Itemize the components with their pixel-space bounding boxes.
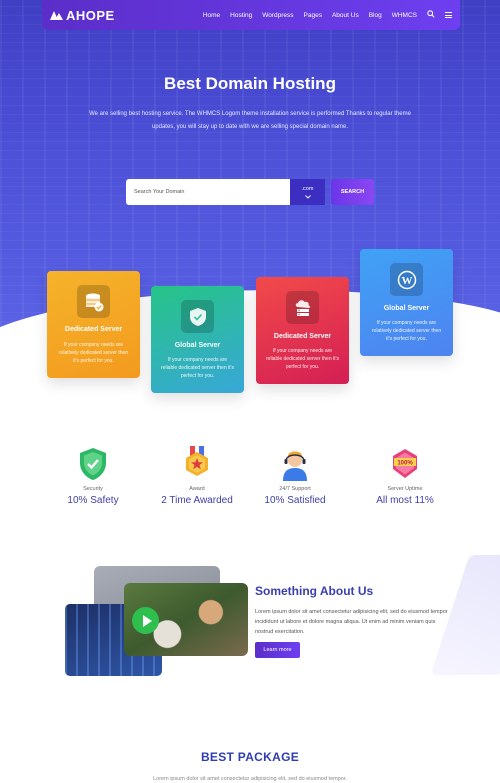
package-subtitle: Lorem ipsum dolor sit amet consectetur a… — [153, 776, 347, 782]
nav-link-wordpress[interactable]: Wordpress — [262, 12, 293, 19]
navbar: AHOPE Home Hosting Wordpress Pages About… — [42, 0, 460, 30]
shield-check-icon — [76, 446, 110, 482]
stat-value: 10% Satisfied — [264, 495, 326, 506]
nav-link-about-us[interactable]: About Us — [332, 12, 359, 19]
service-card[interactable]: Global Server If your company needs are … — [151, 286, 244, 393]
logo-text: AHOPE — [66, 7, 115, 23]
search-button[interactable]: SEARCH — [331, 179, 374, 205]
hero-title: Best Domain Hosting — [164, 74, 336, 93]
card-text: If your company needs are reliable dedic… — [161, 357, 234, 379]
service-card[interactable]: Dedicated Server If your company needs a… — [256, 277, 349, 384]
shield-check-icon — [181, 300, 214, 333]
domain-search-bar: .com SEARCH — [126, 179, 374, 205]
logo-mark-icon — [50, 10, 64, 20]
chevron-down-icon — [304, 194, 311, 199]
card-text: If your company needs are reliable dedic… — [266, 348, 339, 370]
search-icon[interactable] — [427, 10, 435, 20]
about-title: Something About Us — [255, 584, 374, 598]
nav-link-pages[interactable]: Pages — [304, 12, 322, 19]
nav-link-whmcs[interactable]: WHMCS — [392, 12, 417, 19]
card-title: Global Server — [174, 342, 221, 349]
service-card[interactable]: W Global Server If your company needs ar… — [360, 249, 453, 356]
learn-more-button[interactable]: Learn more — [255, 642, 300, 658]
stat-label: Server Uptime — [387, 486, 423, 492]
service-card[interactable]: Dedicated Server If your company needs a… — [47, 271, 140, 378]
support-agent-icon — [278, 446, 312, 482]
stat-value: All most 11% — [376, 495, 434, 506]
cloud-server-icon — [286, 291, 319, 324]
tld-select[interactable]: .com — [290, 179, 325, 205]
wordpress-icon: W — [390, 263, 423, 296]
nav-links: Home Hosting Wordpress Pages About Us Bl… — [203, 10, 452, 20]
nav-link-blog[interactable]: Blog — [369, 12, 382, 19]
svg-text:W: W — [401, 275, 412, 287]
stat-label: Award — [189, 486, 205, 492]
stat-item: 100% Server Uptime All most 11% — [355, 446, 455, 506]
database-check-icon — [77, 285, 110, 318]
card-text: If your company needs are relatively ded… — [58, 342, 129, 364]
uptime-badge-icon: 100% — [388, 446, 422, 482]
award-medal-icon — [180, 446, 214, 482]
card-title: Dedicated Server — [273, 333, 332, 340]
play-video-button[interactable] — [132, 607, 159, 634]
domain-search-input[interactable] — [126, 179, 290, 205]
hero-description: We are selling best hosting service. The… — [89, 111, 411, 130]
stat-label: 24/7 Support — [279, 486, 311, 492]
about-text: Lorem ipsum dolor sit amet consectetur a… — [255, 609, 448, 635]
card-title: Global Server — [383, 305, 430, 312]
package-title: BEST PACKAGE — [200, 750, 300, 764]
stat-item: Security 10% Safety — [43, 446, 143, 506]
tld-select-value: .com — [301, 185, 314, 192]
svg-text:100%: 100% — [397, 461, 413, 467]
card-text: If your company needs are relatively ded… — [371, 320, 442, 342]
stat-item: 24/7 Support 10% Satisfied — [245, 446, 345, 506]
nav-link-home[interactable]: Home — [203, 12, 220, 19]
logo[interactable]: AHOPE — [50, 8, 115, 23]
stat-value: 2 Time Awarded — [161, 495, 233, 506]
stat-value: 10% Safety — [67, 495, 119, 506]
nav-link-hosting[interactable]: Hosting — [230, 12, 252, 19]
stat-label: Security — [83, 486, 103, 492]
menu-icon[interactable] — [445, 12, 452, 18]
stat-item: Award 2 Time Awarded — [147, 446, 247, 506]
card-title: Dedicated Server — [64, 326, 123, 333]
